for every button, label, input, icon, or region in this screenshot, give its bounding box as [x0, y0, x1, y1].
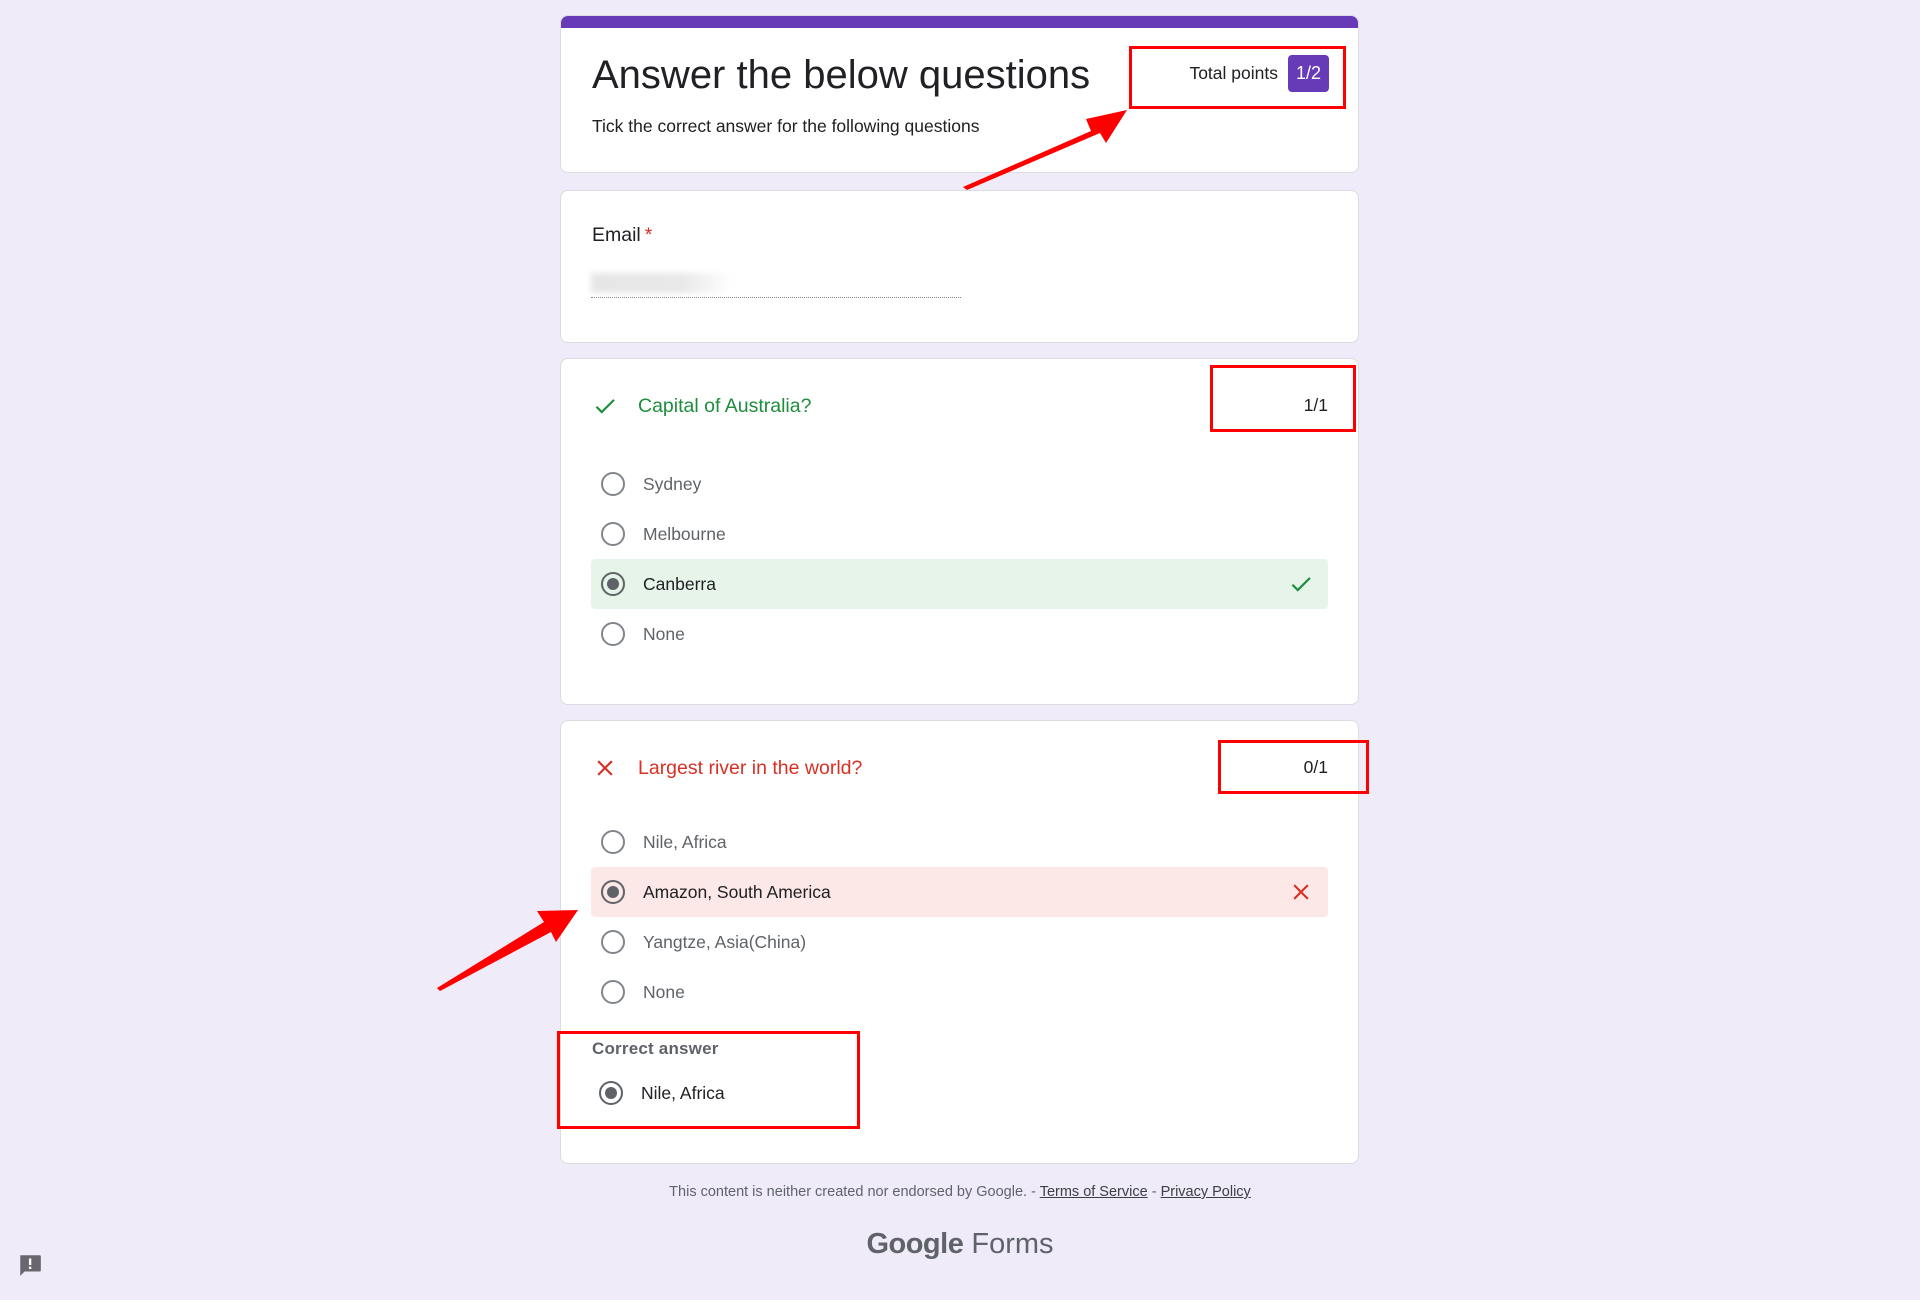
- option-melbourne[interactable]: Melbourne: [591, 509, 1328, 559]
- logo-google: Google: [866, 1228, 964, 1260]
- radio-button[interactable]: [601, 830, 625, 854]
- terms-of-service-link[interactable]: Terms of Service: [1040, 1184, 1148, 1200]
- option-yangtze[interactable]: Yangtze, Asia(China): [591, 917, 1328, 967]
- email-card: Email *: [560, 190, 1359, 343]
- form-header-card: Answer the below questions Tick the corr…: [560, 15, 1359, 173]
- option-nile[interactable]: Nile, Africa: [591, 817, 1328, 867]
- radio-button[interactable]: [601, 980, 625, 1004]
- radio-button-selected[interactable]: [601, 880, 625, 904]
- total-points: Total points 1/2: [1189, 55, 1329, 92]
- email-value-redacted: [591, 273, 731, 293]
- question-score: 1/1: [1303, 395, 1328, 415]
- options-list: Sydney Melbourne Canberra None: [591, 459, 1328, 659]
- required-marker: *: [644, 224, 653, 246]
- question-score: 0/1: [1303, 757, 1328, 777]
- radio-button[interactable]: [601, 930, 625, 954]
- option-label: Nile, Africa: [643, 831, 727, 852]
- radio-button[interactable]: [601, 522, 625, 546]
- correct-answer-section: Correct answer Nile, Africa: [592, 1039, 725, 1105]
- form-title: Answer the below questions: [592, 53, 1091, 97]
- logo-forms: Forms: [963, 1228, 1054, 1260]
- radio-button[interactable]: [601, 472, 625, 496]
- correct-answer-option: Nile, Africa: [599, 1081, 725, 1105]
- options-list: Nile, Africa Amazon, South America Yangt…: [591, 817, 1328, 1017]
- total-points-label: Total points: [1189, 63, 1278, 83]
- radio-button[interactable]: [601, 622, 625, 646]
- option-label: None: [643, 981, 685, 1002]
- email-label-text: Email: [592, 224, 641, 246]
- correct-answer-label: Correct answer: [592, 1039, 719, 1058]
- google-forms-logo[interactable]: Google Forms: [0, 1228, 1920, 1261]
- close-icon: [597, 760, 613, 776]
- radio-button-selected[interactable]: [601, 572, 625, 596]
- question-title: Capital of Australia?: [638, 394, 812, 417]
- option-label: None: [643, 623, 685, 644]
- report-abuse-icon[interactable]: [17, 1252, 43, 1278]
- disclaimer-text: This content is neither created nor endo…: [669, 1184, 1040, 1200]
- option-label: Sydney: [643, 473, 702, 494]
- total-points-badge: 1/2: [1287, 55, 1329, 92]
- close-icon: [1293, 884, 1309, 900]
- annotation-arrow-selected-answer: [437, 910, 578, 991]
- question-card-1: Capital of Australia? 1/1 Sydney Melbour…: [560, 358, 1359, 705]
- option-amazon[interactable]: Amazon, South America: [591, 867, 1328, 917]
- question-header: Capital of Australia?: [592, 393, 811, 419]
- question-title: Largest river in the world?: [638, 756, 863, 779]
- correct-answer-text: Nile, Africa: [641, 1082, 725, 1103]
- privacy-policy-link[interactable]: Privacy Policy: [1161, 1184, 1251, 1200]
- email-field[interactable]: [591, 271, 961, 298]
- radio-button-selected: [599, 1081, 623, 1105]
- footer-disclaimer: This content is neither created nor endo…: [0, 1184, 1920, 1200]
- option-label: Yangtze, Asia(China): [643, 931, 807, 952]
- question-header: Largest river in the world?: [592, 755, 862, 781]
- option-label: Amazon, South America: [643, 881, 831, 902]
- option-none[interactable]: None: [591, 609, 1328, 659]
- check-icon: [1291, 577, 1311, 592]
- form-description: Tick the correct answer for the followin…: [592, 116, 980, 136]
- option-canberra[interactable]: Canberra: [591, 559, 1328, 609]
- footer-separator: -: [1147, 1184, 1161, 1200]
- option-label: Canberra: [643, 573, 716, 594]
- option-label: Melbourne: [643, 523, 726, 544]
- option-sydney[interactable]: Sydney: [591, 459, 1328, 509]
- option-none[interactable]: None: [591, 967, 1328, 1017]
- header-accent-band: [561, 16, 1358, 28]
- check-icon: [595, 399, 615, 414]
- question-card-2: Largest river in the world? 0/1 Nile, Af…: [560, 720, 1359, 1164]
- email-label: Email *: [592, 224, 652, 247]
